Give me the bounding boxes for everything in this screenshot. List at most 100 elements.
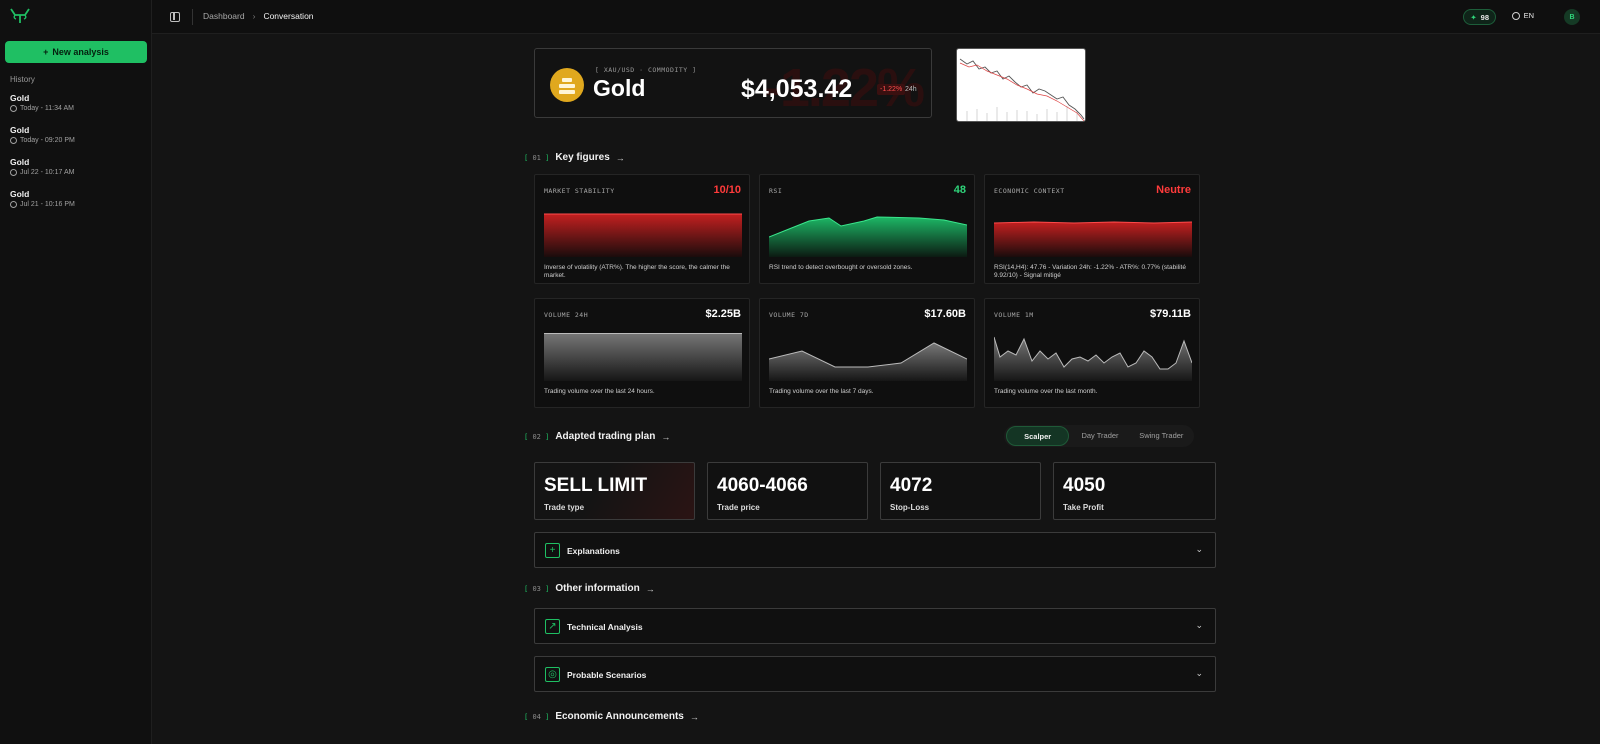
language-selector[interactable]: EN bbox=[1511, 11, 1534, 20]
volume-1m-chart bbox=[994, 336, 1192, 381]
metric-label: RSI bbox=[769, 187, 783, 195]
explanations-accordion[interactable]: + Explanations ⌄ bbox=[534, 532, 1216, 568]
arrow-right-icon: → bbox=[615, 152, 625, 163]
chevron-down-icon: ⌄ bbox=[1195, 620, 1203, 630]
language-label: EN bbox=[1523, 11, 1534, 20]
clock-icon bbox=[10, 105, 17, 112]
metric-value: Neutre bbox=[1156, 184, 1191, 196]
metric-description: RSI trend to detect overbought or overso… bbox=[769, 264, 913, 271]
trading-plan-header[interactable]: [ 02 ] Adapted trading plan → bbox=[524, 431, 670, 442]
main-content: -1.22% [ XAU/USD · COMMODITY ] Gold $4,0… bbox=[152, 34, 1600, 744]
metric-value: 10/10 bbox=[713, 184, 741, 196]
new-analysis-button[interactable]: + New analysis bbox=[5, 41, 147, 63]
asset-header-card: -1.22% [ XAU/USD · COMMODITY ] Gold $4,0… bbox=[534, 48, 932, 118]
take-profit-value: 4050 bbox=[1063, 475, 1106, 496]
rsi-chart bbox=[769, 216, 967, 257]
metric-description: RSI(14,H4): 47.76 - Variation 24h: -1.22… bbox=[994, 264, 1186, 280]
history-item-time: Today - 09:20 PM bbox=[20, 137, 75, 144]
breadcrumb-current: Conversation bbox=[263, 11, 314, 21]
take-profit-label: Take Profit bbox=[1063, 503, 1104, 512]
metric-value: $2.25B bbox=[705, 308, 741, 320]
metric-card-volume-24h: VOLUME 24H $2.25B Trading volume over th… bbox=[534, 298, 750, 408]
metric-description: Trading volume over the last 7 days. bbox=[769, 388, 874, 395]
stop-loss-label: Stop-Loss bbox=[890, 503, 930, 512]
other-information-header[interactable]: [ 03 ] Other information → bbox=[524, 583, 655, 594]
tab-scalper[interactable]: Scalper bbox=[1006, 426, 1070, 446]
change-period: 24h bbox=[905, 86, 917, 93]
section-title: Key figures bbox=[555, 152, 610, 163]
history-item-time: Today - 11:34 AM bbox=[20, 105, 74, 112]
stability-chart bbox=[544, 213, 742, 257]
avatar[interactable]: B bbox=[1564, 9, 1580, 25]
probable-scenarios-accordion[interactable]: ◎ Probable Scenarios ⌄ bbox=[534, 656, 1216, 692]
history-item-name: Gold bbox=[10, 93, 30, 103]
section-number: 03 bbox=[532, 584, 541, 593]
section-title: Other information bbox=[555, 583, 640, 594]
section-number: 04 bbox=[532, 712, 541, 721]
economic-announcements-header[interactable]: [ 04 ] Economic Announcements → bbox=[524, 711, 699, 722]
trader-type-tabs: Scalper Day Trader Swing Trader bbox=[1004, 425, 1194, 447]
arrow-right-icon: → bbox=[645, 583, 655, 594]
credits-badge[interactable]: ✦ 98 bbox=[1463, 9, 1496, 25]
chevron-down-icon: ⌄ bbox=[1195, 668, 1203, 678]
top-bar: Dashboard › Conversation ✦ 98 EN B bbox=[152, 0, 1600, 34]
history-item-time: Jul 21 - 10:16 PM bbox=[20, 201, 75, 208]
history-item[interactable]: Gold Today - 11:34 AM bbox=[10, 93, 140, 112]
clock-icon bbox=[10, 201, 17, 208]
price-chart-thumbnail[interactable] bbox=[956, 48, 1086, 122]
divider bbox=[192, 9, 193, 25]
metric-label: ECONOMIC CONTEXT bbox=[994, 187, 1065, 195]
economic-chart bbox=[994, 221, 1192, 257]
asset-tag: [ XAU/USD · COMMODITY ] bbox=[595, 66, 697, 74]
sidebar-toggle-icon[interactable] bbox=[170, 12, 180, 22]
compass-icon: ◎ bbox=[545, 667, 560, 682]
sidebar: + New analysis History Gold Today - 11:3… bbox=[0, 0, 152, 744]
arrow-right-icon: → bbox=[661, 431, 671, 442]
accordion-title: Explanations bbox=[567, 546, 620, 556]
technical-analysis-accordion[interactable]: ↗ Technical Analysis ⌄ bbox=[534, 608, 1216, 644]
trade-price-card: 4060-4066 Trade price bbox=[707, 462, 868, 520]
history-item[interactable]: Gold Jul 21 - 10:16 PM bbox=[10, 189, 140, 208]
breadcrumb: Dashboard › Conversation bbox=[203, 11, 314, 21]
chevron-right-icon: › bbox=[252, 11, 256, 21]
trade-type-label: Trade type bbox=[544, 503, 585, 512]
history-item-time: Jul 22 - 10:17 AM bbox=[20, 169, 75, 176]
metric-label: VOLUME 7D bbox=[769, 311, 809, 319]
gold-bars-icon bbox=[550, 68, 584, 102]
new-analysis-label: New analysis bbox=[52, 47, 109, 57]
trade-price-value: 4060-4066 bbox=[717, 475, 808, 496]
take-profit-card: 4050 Take Profit bbox=[1053, 462, 1216, 520]
app-logo-icon[interactable] bbox=[10, 8, 30, 24]
breadcrumb-dashboard[interactable]: Dashboard bbox=[203, 11, 245, 21]
metric-value: 48 bbox=[953, 184, 966, 196]
trade-type-card: SELL LIMIT Trade type bbox=[534, 462, 695, 520]
section-number: 01 bbox=[532, 153, 541, 162]
thumbnail-chart bbox=[959, 58, 1085, 121]
history-item-name: Gold bbox=[10, 125, 30, 135]
price-change-badge: -1.22% bbox=[877, 84, 906, 95]
chevron-down-icon: ⌄ bbox=[1195, 544, 1203, 554]
credits-count: 98 bbox=[1480, 12, 1489, 22]
asset-price: $4,053.42 bbox=[741, 75, 853, 103]
tab-swing-trader[interactable]: Swing Trader bbox=[1131, 426, 1192, 446]
history-item[interactable]: Gold Today - 09:20 PM bbox=[10, 125, 140, 144]
key-figures-header[interactable]: [ 01 ] Key figures → bbox=[524, 152, 625, 163]
metric-description: Trading volume over the last month. bbox=[994, 388, 1098, 395]
metric-description: Inverse of volatility (ATR%). The higher… bbox=[544, 264, 730, 280]
clock-icon bbox=[10, 137, 17, 144]
metric-card-volume-1m: VOLUME 1M $79.11B Trading volume over th… bbox=[984, 298, 1200, 408]
metric-label: MARKET STABILITY bbox=[544, 187, 615, 195]
accordion-title: Technical Analysis bbox=[567, 622, 643, 632]
history-item-name: Gold bbox=[10, 189, 30, 199]
volume-24h-chart bbox=[544, 333, 742, 381]
history-item[interactable]: Gold Jul 22 - 10:17 AM bbox=[10, 157, 140, 176]
tab-day-trader[interactable]: Day Trader bbox=[1069, 426, 1130, 446]
stop-loss-card: 4072 Stop-Loss bbox=[880, 462, 1041, 520]
clock-icon bbox=[10, 169, 17, 176]
history-title: History bbox=[10, 75, 35, 84]
metric-card-volume-7d: VOLUME 7D $17.60B Trading volume over th… bbox=[759, 298, 975, 408]
accordion-title: Probable Scenarios bbox=[567, 670, 647, 680]
arrow-right-icon: → bbox=[689, 711, 699, 722]
metric-label: VOLUME 24H bbox=[544, 311, 589, 319]
section-number: 02 bbox=[532, 432, 541, 441]
